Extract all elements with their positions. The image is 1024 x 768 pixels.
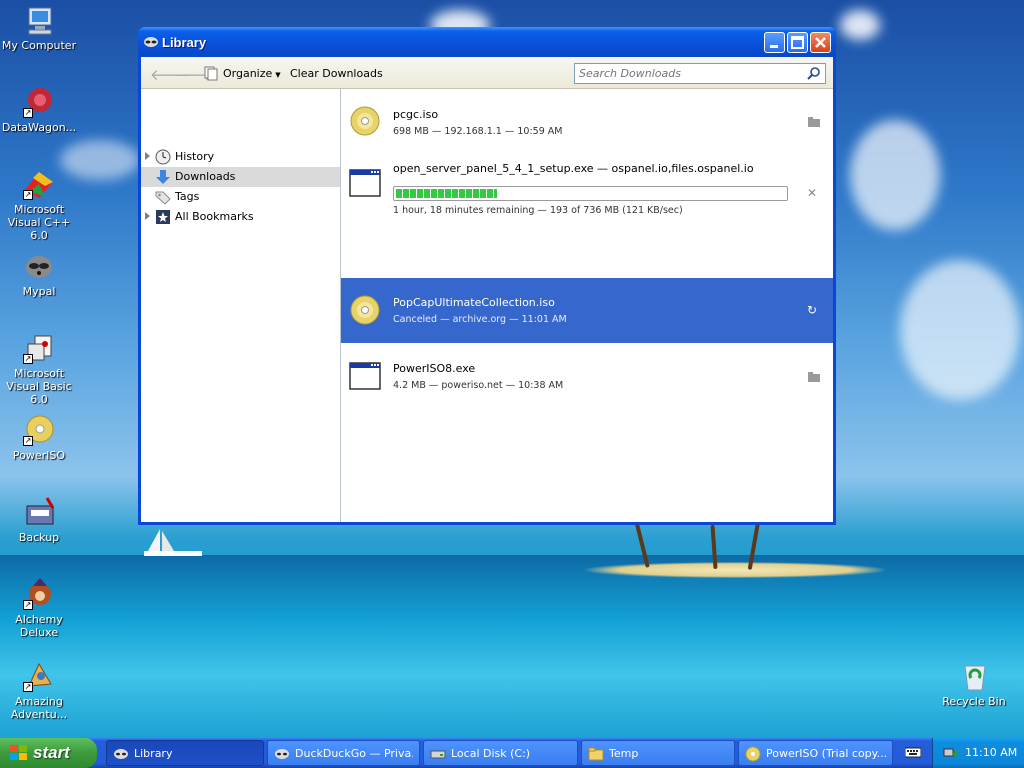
- window-client-area: 🡐 🡒 Organize ▼ Clear Downloads Search Do…: [141, 57, 833, 522]
- visual-cpp-icon: ↗: [23, 168, 55, 200]
- disc-icon: [349, 105, 381, 137]
- search-input[interactable]: [575, 64, 795, 83]
- taskbar-item-temp[interactable]: Temp: [581, 740, 735, 766]
- alchemy-icon: ↗: [23, 578, 55, 610]
- desktop-icon-backup[interactable]: Backup: [0, 496, 78, 544]
- download-status: 1 hour, 18 minutes remaining — 193 of 73…: [393, 205, 683, 216]
- shortcut-arrow-icon: ↗: [23, 682, 33, 692]
- cancel-icon[interactable]: ✕: [807, 186, 821, 200]
- start-button[interactable]: start: [0, 738, 97, 768]
- taskbar-item-poweriso[interactable]: PowerISO (Trial copy...: [738, 740, 893, 766]
- sidebar-item-history[interactable]: History: [141, 147, 340, 167]
- download-name: open_server_panel_5_4_1_setup.exe — ospa…: [393, 162, 754, 175]
- folder-icon: [588, 746, 604, 762]
- expand-arrow-icon[interactable]: [145, 152, 150, 160]
- title-bar[interactable]: Library: [138, 27, 836, 57]
- raccoon-icon: [144, 36, 158, 48]
- desktop-icon-datawagon[interactable]: ↗ DataWagon...: [0, 86, 78, 134]
- sailboat-decoration: [144, 529, 202, 556]
- sidebar-item-downloads[interactable]: Downloads: [141, 167, 340, 187]
- download-status: 4.2 MB — poweriso.net — 10:38 AM: [393, 380, 564, 391]
- desktop-icon-visual-cpp[interactable]: ↗ Microsoft Visual C++ 6.0: [0, 168, 78, 242]
- organize-icon: [203, 65, 219, 84]
- datawagon-icon: ↗: [23, 86, 55, 118]
- retry-icon[interactable]: ↻: [807, 303, 821, 317]
- desktop-icon-poweriso[interactable]: ↗ PowerISO: [0, 414, 78, 462]
- download-item[interactable]: pcgc.iso 698 MB — 192.168.1.1 — 10:59 AM: [341, 89, 833, 153]
- sidebar-item-tags[interactable]: Tags: [141, 187, 340, 207]
- clear-downloads-button[interactable]: Clear Downloads: [290, 67, 383, 80]
- minimize-icon: [770, 45, 778, 48]
- desktop-icon-mypal[interactable]: Mypal: [0, 250, 78, 298]
- network-tray-icon[interactable]: [943, 745, 959, 764]
- close-button[interactable]: [810, 32, 831, 53]
- window-title: Library: [162, 35, 207, 50]
- toolbar: 🡐 🡒 Organize ▼ Clear Downloads: [141, 57, 833, 89]
- download-item[interactable]: PowerISO8.exe 4.2 MB — poweriso.net — 10…: [341, 343, 833, 407]
- maximize-icon: [791, 36, 804, 49]
- window-app-icon: [349, 361, 381, 393]
- folder-icon[interactable]: [807, 371, 821, 383]
- computer-icon: [23, 4, 55, 36]
- download-status: Canceled — archive.org — 11:01 AM: [393, 314, 567, 325]
- bookmarks-star-icon: [155, 209, 171, 225]
- taskbar-item-duckduckgo[interactable]: DuckDuckGo — Priva...: [267, 740, 420, 766]
- taskbar: start Library DuckDuckGo — Priva... Loca…: [0, 738, 1024, 768]
- taskbar-item-local-disk[interactable]: Local Disk (C:): [423, 740, 578, 766]
- download-arrow-icon: [155, 169, 171, 185]
- downloads-list: pcgc.iso 698 MB — 192.168.1.1 — 10:59 AM…: [341, 89, 833, 522]
- download-name: PowerISO8.exe: [393, 362, 476, 375]
- raccoon-icon: [274, 746, 290, 762]
- close-icon: [815, 37, 826, 48]
- search-icon[interactable]: [807, 66, 821, 83]
- organize-button[interactable]: Organize ▼: [223, 67, 281, 80]
- shortcut-arrow-icon: ↗: [23, 190, 33, 200]
- shortcut-arrow-icon: ↗: [23, 108, 33, 118]
- download-name: PopCapUltimateCollection.iso: [393, 296, 555, 309]
- disc-icon: [745, 746, 761, 762]
- keyboard-icon[interactable]: [904, 746, 922, 759]
- desktop-icon-amazing-adventures[interactable]: ↗ Amazing Adventu...: [0, 660, 78, 721]
- progress-fill: [396, 189, 497, 198]
- windows-logo-icon: [10, 745, 28, 766]
- library-sidebar: History Downloads Tags All Bookmarks: [141, 89, 341, 522]
- shortcut-arrow-icon: ↗: [23, 600, 33, 610]
- library-window[interactable]: Library 🡐 🡒 Organize ▼ Clear Downloads S…: [138, 27, 836, 525]
- download-item-selected[interactable]: PopCapUltimateCollection.iso Canceled — …: [341, 278, 833, 343]
- taskbar-item-library[interactable]: Library: [106, 740, 264, 766]
- download-item[interactable]: open_server_panel_5_4_1_setup.exe — ospa…: [341, 153, 833, 222]
- maximize-button[interactable]: [787, 32, 808, 53]
- adventure-icon: ↗: [23, 660, 55, 692]
- shortcut-arrow-icon: ↗: [23, 436, 33, 446]
- desktop-icon-recycle-bin[interactable]: Recycle Bin: [935, 660, 1013, 708]
- window-app-icon: [349, 168, 381, 200]
- dropdown-caret-icon: ▼: [275, 71, 281, 79]
- raccoon-icon: [113, 746, 129, 762]
- sidebar-item-all-bookmarks[interactable]: All Bookmarks: [141, 207, 340, 227]
- shortcut-arrow-icon: ↗: [23, 354, 33, 364]
- minimize-button[interactable]: [764, 32, 785, 53]
- desktop-icon-alchemy[interactable]: ↗ Alchemy Deluxe: [0, 578, 78, 639]
- raccoon-icon: [23, 250, 55, 282]
- disc-icon: ↗: [23, 414, 55, 446]
- visual-basic-icon: ↗: [23, 332, 55, 364]
- search-box[interactable]: [574, 63, 826, 84]
- desktop-icon-my-computer[interactable]: My Computer: [0, 4, 78, 52]
- recycle-bin-icon: [958, 660, 990, 692]
- expand-arrow-icon[interactable]: [145, 212, 150, 220]
- clock[interactable]: 11:10 AM: [965, 746, 1017, 759]
- download-name: pcgc.iso: [393, 108, 439, 121]
- backup-icon: [23, 496, 55, 528]
- clock-icon: [155, 149, 171, 165]
- download-progress-bar: [393, 186, 788, 201]
- system-tray: 11:10 AM: [932, 738, 1024, 768]
- desktop-icon-visual-basic[interactable]: ↗ Microsoft Visual Basic 6.0: [0, 332, 78, 406]
- disc-icon: [349, 294, 381, 326]
- folder-icon[interactable]: [807, 116, 821, 128]
- tag-icon: [155, 189, 171, 205]
- drive-icon: [430, 746, 446, 762]
- download-status: 698 MB — 192.168.1.1 — 10:59 AM: [393, 126, 563, 137]
